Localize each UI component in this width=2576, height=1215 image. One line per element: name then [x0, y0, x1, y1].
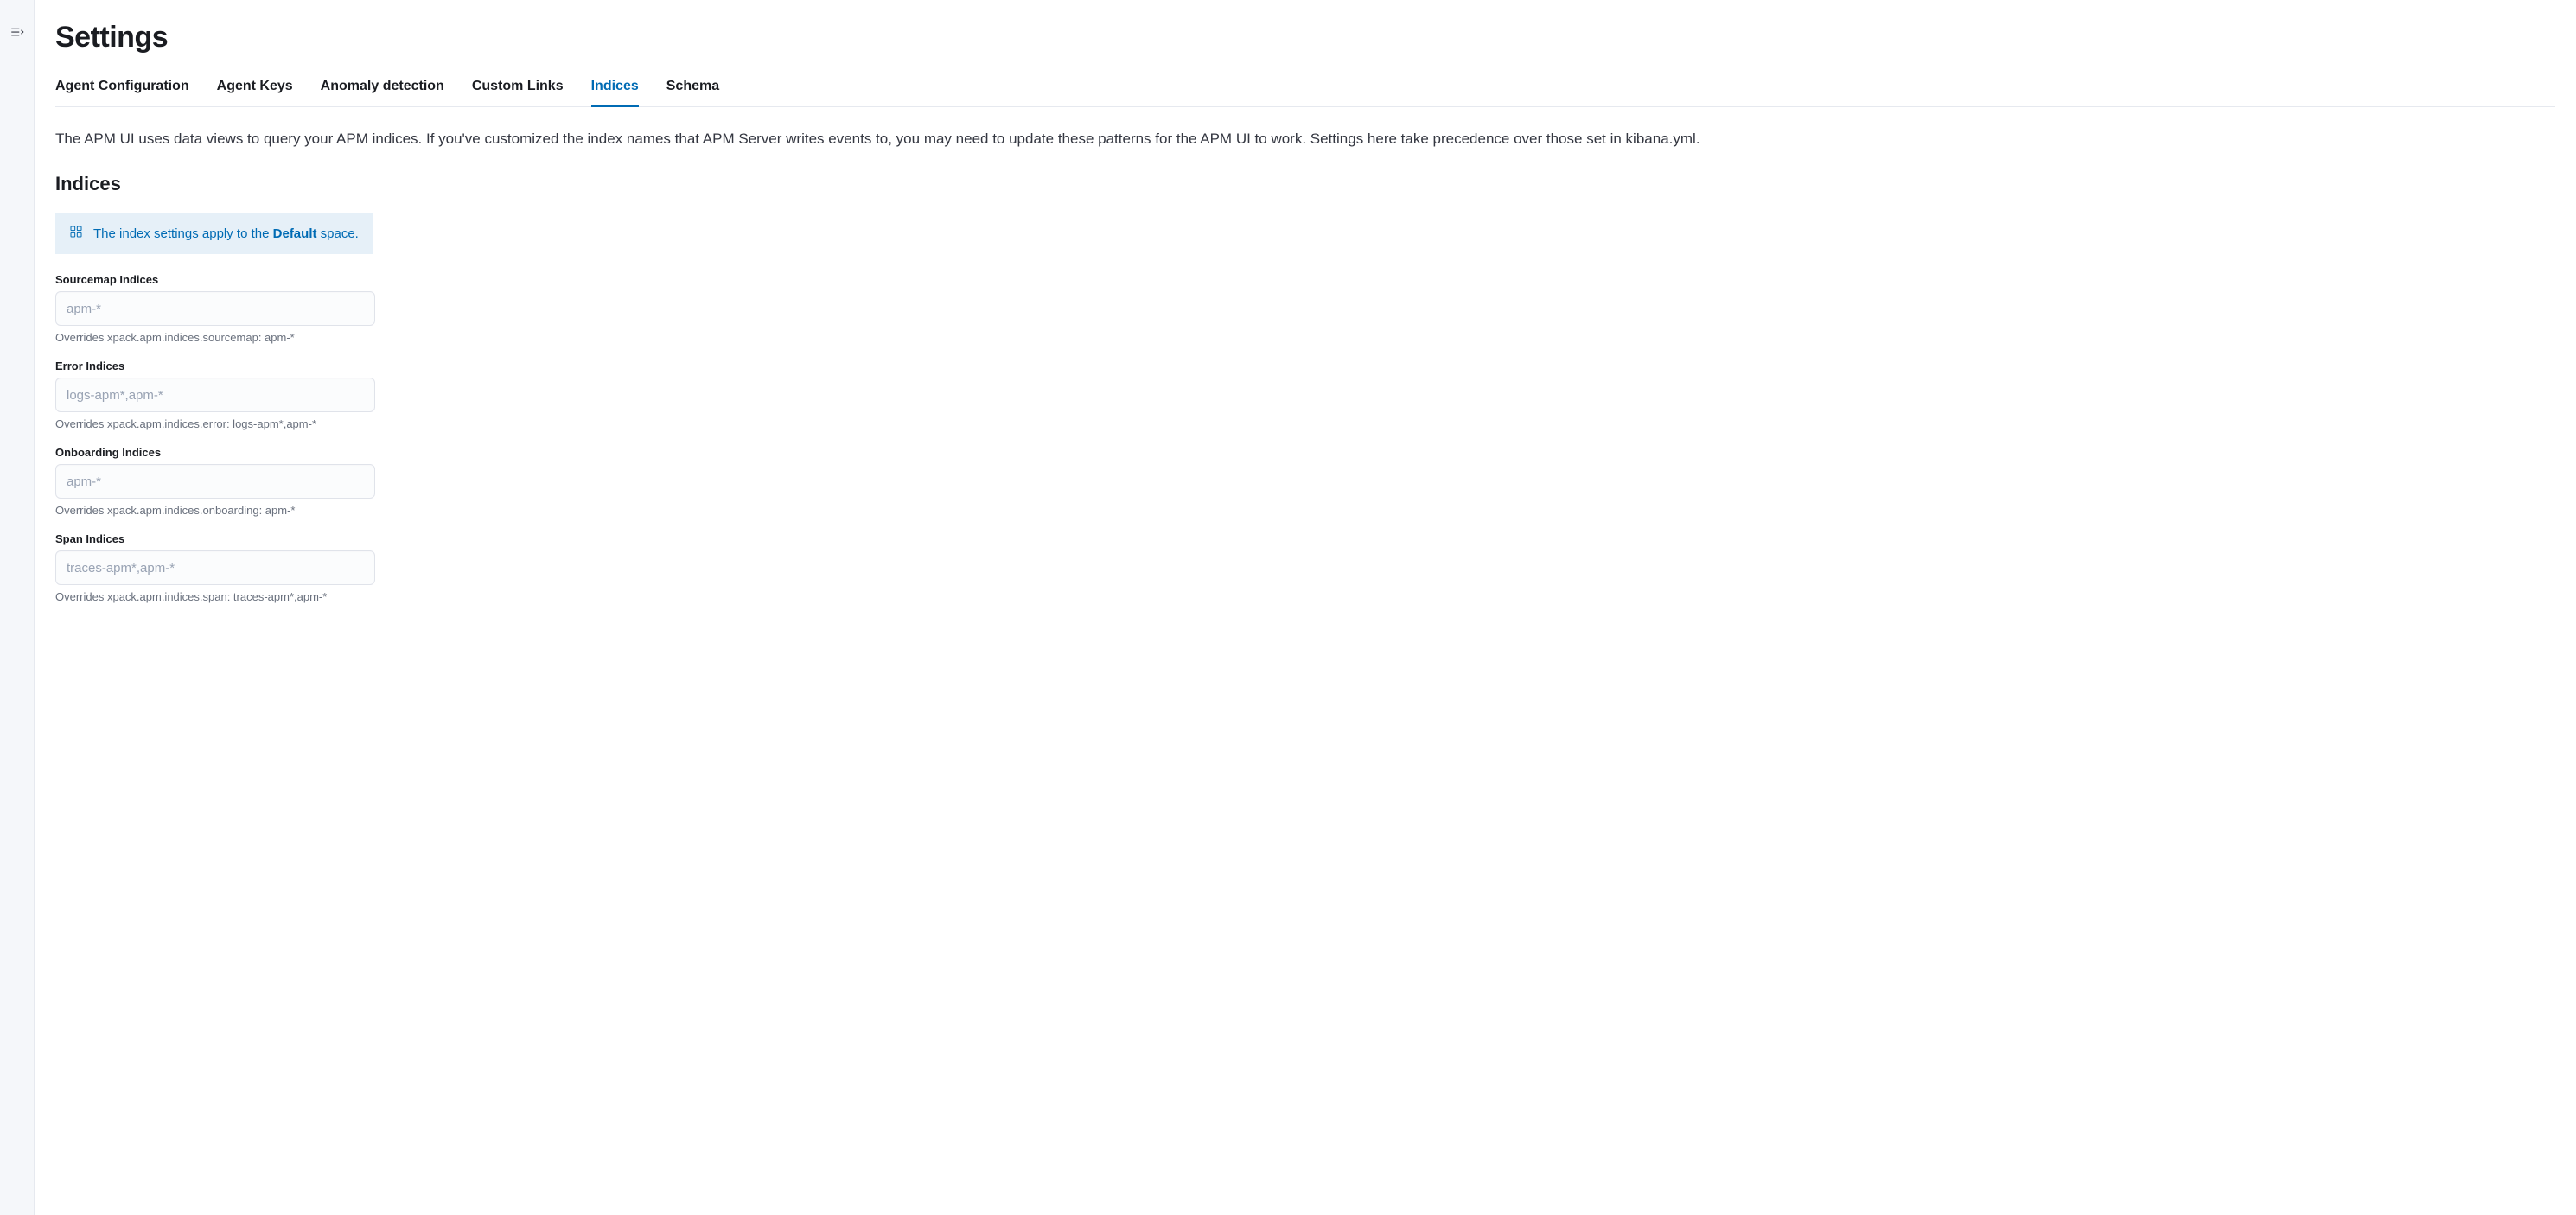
input-error-indices[interactable] — [55, 378, 375, 412]
section-title-indices: Indices — [55, 173, 2555, 195]
input-onboarding-indices[interactable] — [55, 464, 375, 499]
label-error-indices: Error Indices — [55, 359, 375, 372]
help-span-indices: Overrides xpack.apm.indices.span: traces… — [55, 590, 375, 603]
input-sourcemap-indices[interactable] — [55, 291, 375, 326]
main-content: Settings Agent Configuration Agent Keys … — [35, 0, 2576, 1215]
form-row-sourcemap: Sourcemap Indices Overrides xpack.apm.in… — [55, 273, 375, 344]
help-error-indices: Overrides xpack.apm.indices.error: logs-… — [55, 417, 375, 430]
help-sourcemap-indices: Overrides xpack.apm.indices.sourcemap: a… — [55, 331, 375, 344]
spaces-icon — [69, 225, 83, 242]
tab-agent-configuration[interactable]: Agent Configuration — [55, 79, 189, 106]
tab-indices[interactable]: Indices — [591, 79, 639, 106]
help-onboarding-indices: Overrides xpack.apm.indices.onboarding: … — [55, 504, 375, 517]
label-onboarding-indices: Onboarding Indices — [55, 446, 375, 459]
collapsed-sidebar — [0, 0, 35, 1215]
page-description: The APM UI uses data views to query your… — [55, 128, 2555, 150]
expand-sidebar-icon[interactable] — [10, 24, 25, 42]
input-span-indices[interactable] — [55, 550, 375, 585]
space-callout: The index settings apply to the Default … — [55, 213, 373, 254]
page-title: Settings — [55, 21, 2555, 54]
callout-text-post: space. — [316, 226, 358, 241]
tab-anomaly-detection[interactable]: Anomaly detection — [321, 79, 444, 106]
form-row-span: Span Indices Overrides xpack.apm.indices… — [55, 532, 375, 603]
settings-tabs: Agent Configuration Agent Keys Anomaly d… — [55, 79, 2555, 107]
label-sourcemap-indices: Sourcemap Indices — [55, 273, 375, 286]
callout-text-bold: Default — [273, 226, 317, 241]
tab-agent-keys[interactable]: Agent Keys — [217, 79, 293, 106]
tab-custom-links[interactable]: Custom Links — [472, 79, 564, 106]
callout-text: The index settings apply to the Default … — [93, 226, 359, 241]
label-span-indices: Span Indices — [55, 532, 375, 545]
form-row-onboarding: Onboarding Indices Overrides xpack.apm.i… — [55, 446, 375, 517]
callout-text-pre: The index settings apply to the — [93, 226, 273, 241]
tab-schema[interactable]: Schema — [666, 79, 719, 106]
form-row-error: Error Indices Overrides xpack.apm.indice… — [55, 359, 375, 430]
